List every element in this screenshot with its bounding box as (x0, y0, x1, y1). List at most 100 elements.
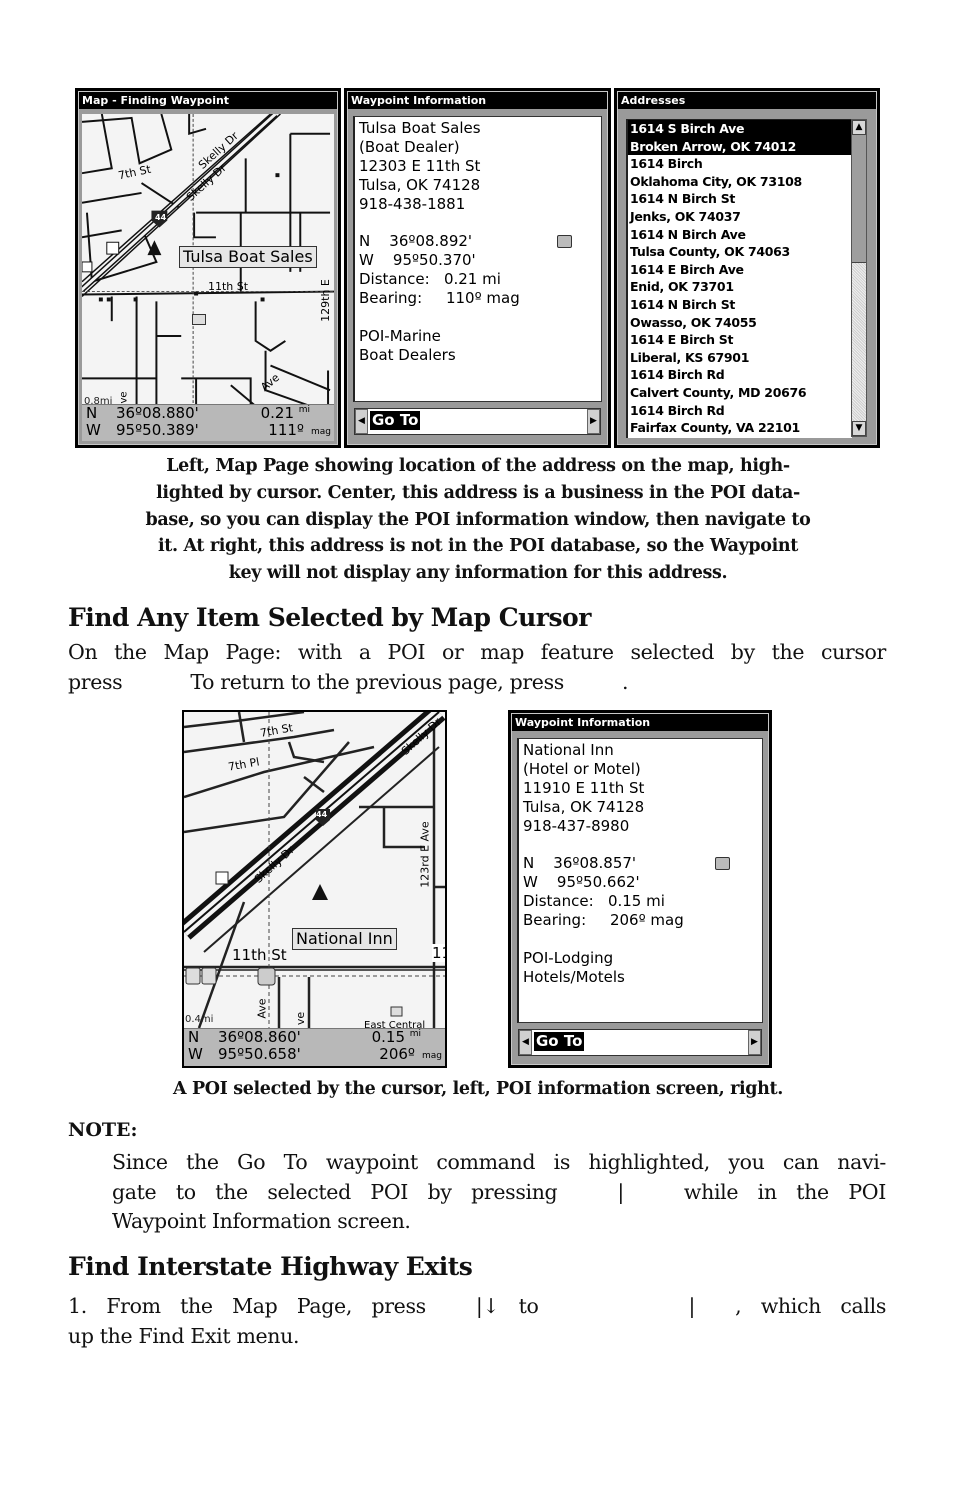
text-down-to: |↓ to (475, 1294, 539, 1318)
text-return: To return to the previous page, press (190, 669, 564, 694)
address-item[interactable]: 1614 Birch Oklahoma City, OK 73108 (628, 155, 852, 190)
status-row-lat: N 36º08.860' 0.15 mi (184, 1029, 445, 1046)
right-arrow-icon[interactable]: ▶ (748, 1030, 761, 1055)
go-to-command[interactable]: Go To (370, 411, 421, 430)
address-item[interactable]: 1614 Birch Rd Calvert County, MD 20676 (628, 366, 852, 401)
caption-line: lighted by cursor. Center, this address … (156, 482, 800, 503)
screen-bezel: 7th St 7th Pl Skelly Dr Skelly Dr 44 123… (184, 712, 445, 1066)
address-line2: Liberal, KS 67901 (630, 349, 750, 365)
address-item[interactable]: 1614 N Birch Ave Tulsa County, OK 74063 (628, 226, 852, 261)
address-item[interactable]: 1614 N Birch St Owasso, OK 74055 (628, 296, 852, 331)
go-to-command[interactable]: Go To (534, 1032, 585, 1051)
note-label: NOTE: (68, 1119, 138, 1141)
street-label-11: 11 (432, 944, 445, 962)
waypoint-detail-line: Tulsa, OK 74128 (359, 175, 481, 194)
note-line: Waypoint Information screen. (112, 1209, 411, 1233)
status-row-lat: N 36º08.880' 0.21 mi (82, 405, 334, 422)
waypoint-detail-line: (Boat Dealer) (359, 137, 460, 156)
address-line2: Calvert County, MD 20676 (630, 384, 807, 400)
address-line2: Jenks, OK 74037 (630, 208, 741, 224)
address-line1: 1614 N Birch St (630, 296, 736, 312)
scroll-down-icon[interactable]: ▼ (852, 421, 866, 436)
right-arrow-icon[interactable]: ▶ (587, 409, 600, 434)
lon-direction: W (86, 421, 101, 439)
paragraph-line: On the Map Page: with a POI or map featu… (68, 640, 886, 664)
distance-unit: mi (298, 405, 310, 415)
address-item[interactable]: 1614 Birch Rd Fairfax County, VA 22101 (628, 402, 852, 437)
map-view[interactable]: 7th St 7th Pl Skelly Dr Skelly Dr 44 123… (184, 712, 445, 1028)
map-screen-national-inn: 7th St 7th Pl Skelly Dr Skelly Dr 44 123… (182, 710, 447, 1068)
figure2-caption: A POI selected by the cursor, left, POI … (172, 1079, 784, 1099)
status-row-lon: W 95º50.389' 111º mag (82, 422, 334, 439)
distance-unit: mi (409, 1029, 421, 1039)
text-from-map-page: 1. From the Map Page, press (68, 1294, 426, 1318)
section2-paragraph: 1. From the Map Page, press |↓ to | , which… (68, 1292, 886, 1351)
waypoint-detail-line: Bearing: 110º mag (359, 289, 520, 308)
waypoint-detail-line: POI-Lodging (523, 948, 614, 967)
address-line1: 1614 Birch Rd (630, 402, 725, 418)
screen-bezel: Waypoint Information Tulsa Boat Sales (Bo… (347, 91, 608, 445)
left-arrow-icon[interactable]: ◀ (519, 1030, 532, 1055)
waypoint-detail-line (359, 308, 520, 327)
note-line: Since the Go To waypoint command is high… (112, 1150, 886, 1174)
street-label-ve: ve (294, 1011, 308, 1026)
screen-title: Waypoint Information (512, 714, 768, 731)
scrollbar[interactable]: ▲ ▼ (851, 119, 867, 437)
map-view[interactable]: 7th St Skelly Dr Skelly Dr 44 11th St 12… (82, 114, 334, 406)
address-line1: 1614 Birch Rd (630, 367, 725, 383)
address-item[interactable]: 1614 E Birch St Liberal, KS 67901 (628, 331, 852, 366)
waypoint-details: Tulsa Boat Sales (Boat Dealer) 12303 E 11t… (353, 116, 602, 402)
waypoint-detail-line (523, 836, 684, 855)
step-line: up the Find Exit menu. (68, 1323, 300, 1348)
caption-line: base, so you can display the POI informa… (145, 509, 811, 530)
address-line2: Tulsa County, OK 74063 (630, 244, 790, 260)
caption-line: it. At right, this address is not in the… (157, 536, 799, 557)
addresses-screen: Addresses 1614 S Birch Ave Broken Arrow, … (614, 88, 880, 448)
scroll-up-icon[interactable]: ▲ (852, 120, 866, 135)
waypoint-detail-line: 918-437-8980 (523, 816, 630, 835)
bearing-value: 111º (268, 421, 304, 439)
lat-direction: N (86, 404, 98, 422)
left-arrow-icon[interactable]: ◀ (355, 409, 368, 434)
waypoint-detail-line: National Inn (523, 741, 614, 759)
screen-title: Map - Finding Waypoint (79, 92, 337, 109)
waypoint-detail-line: 11910 E 11th St (523, 778, 645, 797)
longitude: 95º50.389' (116, 421, 199, 439)
bearing-unit: mag (311, 427, 331, 437)
section-heading-find-interstate-exits: Find Interstate Highway Exits (68, 1252, 473, 1281)
lon-direction: W (188, 1045, 203, 1063)
status-row-lon: W 95º50.658' 206º mag (184, 1046, 445, 1063)
map-roads (184, 712, 445, 1028)
text-period: . (621, 669, 629, 694)
address-line2: Oklahoma City, OK 73108 (630, 173, 802, 189)
waypoint-info-screen-2: Waypoint Information National Inn (Hotel … (508, 710, 772, 1068)
text-gate-to: gate to the selected POI by pressing (112, 1179, 558, 1204)
address-item[interactable]: 1614 E Birch Ave Enid, OK 73701 (628, 261, 852, 296)
waypoint-detail-line: 918-438-1881 (359, 194, 466, 213)
hotel-icon (715, 857, 730, 870)
section1-paragraph: On the Map Page: with a POI or map featu… (68, 638, 886, 697)
street-label-123rd-e-ave: 123rd E Ave (418, 821, 432, 888)
step-line: 1. From the Map Page, press |↓ to | , which… (68, 1292, 886, 1322)
command-bar[interactable]: ◀ Go To ▶ (354, 408, 601, 435)
scroll-thumb[interactable] (852, 135, 866, 263)
street-label-ve: ve (118, 391, 130, 404)
address-line1: 1614 E Birch Ave (630, 261, 744, 277)
command-bar[interactable]: ◀ Go To ▶ (518, 1029, 762, 1056)
waypoint-detail-line: W 95º50.370' (359, 251, 476, 270)
address-item[interactable]: 1614 N Birch St Jenks, OK 74037 (628, 190, 852, 225)
waypoint-detail-lines: Tulsa Boat Sales (Boat Dealer) 12303 E 11t… (359, 119, 520, 365)
address-item-selected[interactable]: 1614 S Birch Ave Broken Arrow, OK 74012 (628, 120, 852, 156)
address-line1: 1614 S Birch Ave (630, 121, 745, 136)
address-list[interactable]: 1614 S Birch Ave Broken Arrow, OK 74012 16… (626, 119, 852, 438)
cursor-label: National Inn (292, 928, 397, 950)
note-paragraph: Since the Go To waypoint command is high… (112, 1148, 886, 1237)
status-bar: N 36º08.860' 0.15 mi W 95º50.658' 206º m… (184, 1028, 445, 1066)
waypoint-detail-lines: National Inn (Hotel or Motel) 11910 E 11th… (523, 741, 684, 987)
boat-dealer-icon (557, 235, 572, 248)
waypoint-detail-line: Distance: 0.21 mi (359, 270, 501, 289)
screen-bezel: Waypoint Information National Inn (Hotel … (511, 713, 769, 1065)
waypoint-detail-line: Distance: 0.15 mi (523, 892, 665, 911)
street-label-11th-st: 11th St (232, 946, 287, 964)
waypoint-info-screen-1: Waypoint Information Tulsa Boat Sales (Bo… (344, 88, 611, 448)
